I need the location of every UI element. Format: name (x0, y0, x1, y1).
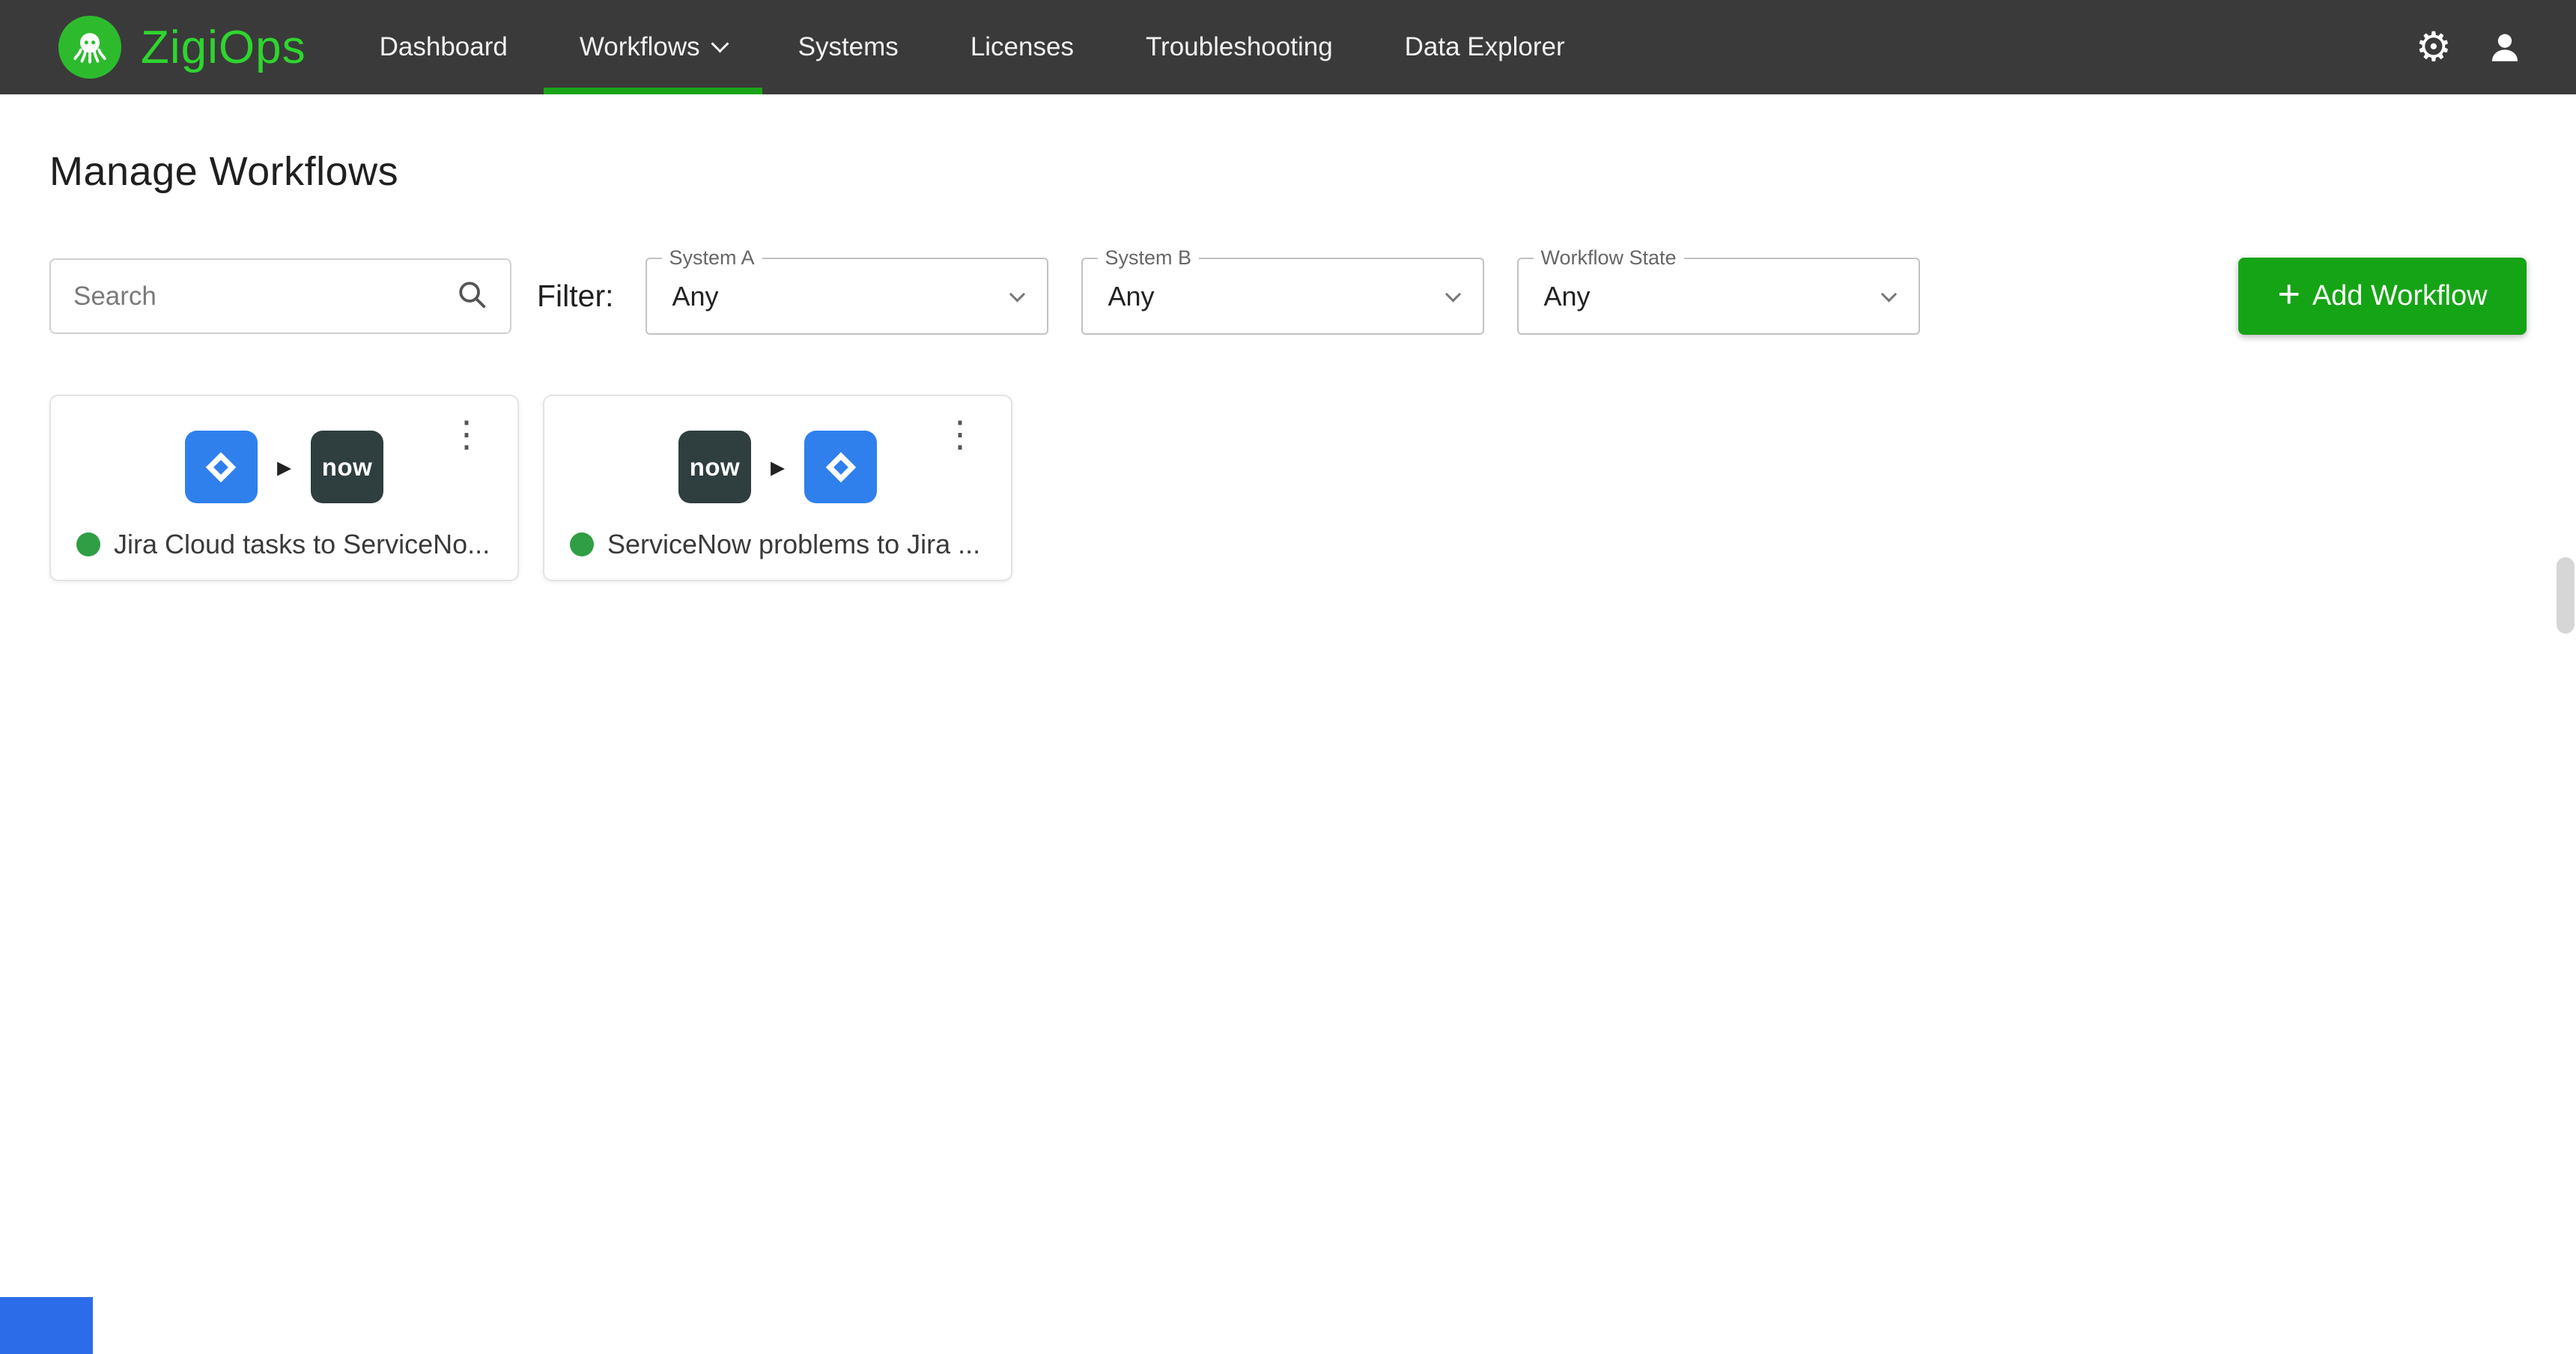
jira-icon (185, 431, 258, 503)
brand[interactable]: ZigiOps (58, 16, 306, 79)
workflow-title: ServiceNow problems to Jira ... (607, 529, 980, 560)
workflow-card-footer: Jira Cloud tasks to ServiceNo... (76, 529, 490, 560)
nav-item-workflows[interactable]: Workflows (544, 0, 762, 94)
search-icon (455, 277, 489, 315)
servicenow-logo-text: now (322, 453, 372, 482)
main-content: Manage Workflows Filter: System A Any Sy… (0, 148, 2576, 581)
nav-item-dashboard[interactable]: Dashboard (344, 0, 544, 94)
chevron-down-icon (711, 34, 729, 52)
filter-workflow-state[interactable]: Workflow State Any (1517, 258, 1920, 335)
workflow-title: Jira Cloud tasks to ServiceNo... (114, 529, 490, 560)
nav-item-troubleshooting[interactable]: Troubleshooting (1110, 0, 1369, 94)
add-workflow-button[interactable]: + Add Workflow (2238, 258, 2527, 335)
navbar-actions: ⚙ (2416, 27, 2524, 67)
jira-icon (804, 431, 877, 503)
filter-workflow-state-value: Any (1544, 281, 1591, 312)
add-workflow-button-label: Add Workflow (2312, 280, 2488, 312)
filter-label: Filter: (537, 279, 614, 314)
arrow-right-icon: ▸ (277, 450, 291, 484)
main-nav: Dashboard Workflows Systems Licenses Tro… (344, 0, 1601, 94)
arrow-right-icon: ▸ (771, 450, 785, 484)
servicenow-logo-text: now (690, 453, 740, 482)
servicenow-icon: now (678, 431, 751, 503)
servicenow-icon: now (311, 431, 383, 503)
workflow-flow: ▸ now (51, 431, 517, 503)
kebab-menu-icon[interactable]: ⋮ (942, 417, 978, 453)
filter-system-b[interactable]: System B Any (1081, 258, 1484, 335)
workflow-card[interactable]: ⋮ now ▸ ServiceNow problems to Jira ... (543, 395, 1012, 581)
status-dot (570, 532, 594, 556)
workflow-card-list: ⋮ ▸ now Jira Cloud tasks to ServiceNo... (49, 395, 2527, 581)
kebab-menu-icon[interactable]: ⋮ (449, 417, 484, 453)
filter-system-a-label: System A (662, 246, 762, 270)
filter-system-a[interactable]: System A Any (645, 258, 1048, 335)
status-dot (76, 532, 100, 556)
workflow-flow: now ▸ (544, 431, 1011, 503)
search-input[interactable] (73, 282, 455, 312)
workflow-card-footer: ServiceNow problems to Jira ... (570, 529, 980, 560)
search-box (49, 258, 511, 334)
filter-workflow-state-label: Workflow State (1534, 246, 1684, 270)
workflow-card[interactable]: ⋮ ▸ now Jira Cloud tasks to ServiceNo... (49, 395, 519, 581)
filter-system-b-value: Any (1108, 281, 1155, 312)
bottom-left-blue-overlay (0, 1297, 93, 1354)
chevron-down-icon (1009, 286, 1024, 302)
chevron-down-icon (1445, 286, 1460, 302)
nav-item-systems[interactable]: Systems (762, 0, 935, 94)
toolbar: Filter: System A Any System B Any Workfl… (49, 258, 2527, 335)
plus-icon: + (2277, 272, 2300, 317)
user-icon[interactable] (2486, 28, 2524, 66)
chevron-down-icon (1880, 286, 1896, 302)
nav-item-data-explorer[interactable]: Data Explorer (1369, 0, 1601, 94)
scrollbar-thumb[interactable] (2557, 557, 2575, 634)
gear-icon[interactable]: ⚙ (2416, 27, 2452, 67)
page-title: Manage Workflows (49, 148, 2527, 195)
brand-name: ZigiOps (141, 21, 306, 74)
filter-system-b-label: System B (1098, 246, 1200, 270)
top-navbar: ZigiOps Dashboard Workflows Systems Lice… (0, 0, 2576, 94)
nav-item-workflows-label: Workflows (580, 32, 700, 62)
nav-item-licenses[interactable]: Licenses (935, 0, 1110, 94)
filter-system-a-value: Any (672, 281, 719, 312)
octopus-logo-icon (58, 16, 121, 79)
